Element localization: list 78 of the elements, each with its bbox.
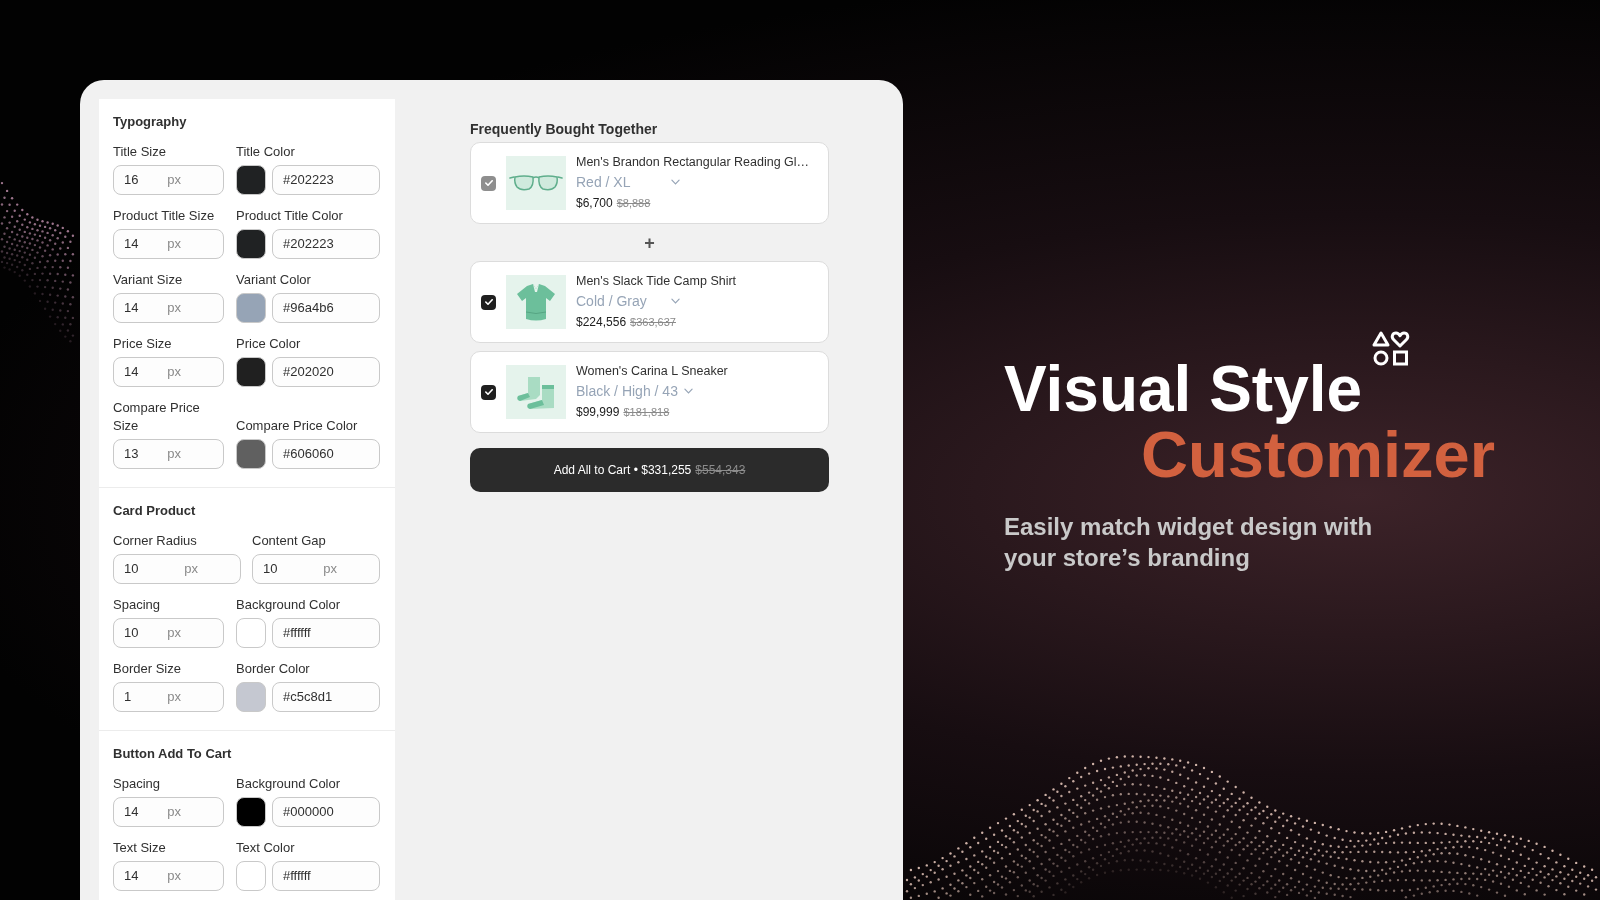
compare-price: $363,637 [630, 315, 676, 330]
color-swatch[interactable] [236, 293, 266, 323]
widget-title: Frequently Bought Together [470, 120, 659, 139]
color-swatch[interactable] [236, 165, 266, 195]
field-label: Spacing [113, 775, 161, 793]
hex-input[interactable]: #202223 [272, 229, 380, 259]
add-to-cart-button[interactable]: Add All to Cart • $331,255 $554,343 [470, 448, 829, 492]
checkbox[interactable] [481, 294, 496, 310]
product-price: $6,700 [576, 195, 613, 212]
checkbox[interactable] [481, 384, 496, 400]
size-input[interactable]: 14 px [113, 293, 224, 323]
color-swatch[interactable] [236, 357, 266, 387]
product-title: Men's Brandon Rectangular Reading Gl… [576, 154, 810, 171]
size-input[interactable]: 14 px [113, 861, 224, 891]
field-label: Compare Price Color [236, 417, 359, 435]
compare-price: $8,888 [616, 196, 651, 211]
size-input[interactable]: 14 px [113, 797, 224, 827]
compare-price: $181,818 [623, 405, 670, 420]
field-label: Title Size [113, 143, 167, 161]
section-heading: Typography [113, 113, 188, 130]
size-input[interactable]: 14 px [113, 357, 224, 387]
product-title: Men's Slack Tide Camp Shirt [576, 273, 737, 290]
size-input[interactable]: 10 px [252, 554, 380, 584]
field-label: Border Size [113, 660, 182, 678]
chevron-down-icon [683, 388, 693, 394]
hex-input[interactable]: #202020 [272, 357, 380, 387]
size-input[interactable]: 14 px [113, 229, 224, 259]
color-swatch[interactable] [236, 618, 266, 648]
hex-input[interactable]: #ffffff [272, 618, 380, 648]
hero-subtitle: Easily match widget design with your store’s branding [1004, 512, 1374, 573]
color-swatch[interactable] [236, 682, 266, 712]
field-label: Price Color [236, 335, 302, 353]
field-label: Text Size [113, 839, 167, 857]
field-label: Text Color [236, 839, 296, 857]
size-input[interactable]: 10 px [113, 554, 241, 584]
chevron-down-icon [671, 179, 680, 185]
field-label: Variant Size [113, 271, 184, 289]
field-label: Product Title Color [236, 207, 344, 225]
shapes-icon [1371, 330, 1412, 367]
hex-input[interactable]: #202223 [272, 165, 380, 195]
color-swatch[interactable] [236, 797, 266, 827]
field-label: Content Gap [252, 532, 327, 550]
glasses-icon [506, 156, 566, 210]
hex-input[interactable]: #96a4b6 [272, 293, 380, 323]
field-label: Price Size [113, 335, 173, 353]
check-icon [484, 180, 493, 186]
chevron-down-icon [671, 298, 680, 304]
shoes-icon [506, 365, 566, 419]
hex-input[interactable]: #ffffff [272, 861, 380, 891]
field-label: Spacing [113, 596, 161, 614]
product-price: $224,556 [576, 314, 627, 331]
color-swatch[interactable] [236, 861, 266, 891]
size-input[interactable]: 10 px [113, 618, 224, 648]
size-input[interactable]: 13 px [113, 439, 224, 469]
product-price: $99,999 [576, 404, 620, 421]
field-label: Title Color [236, 143, 296, 161]
section-heading: Button Add To Cart [113, 745, 233, 762]
field-label: Corner Radius [113, 532, 198, 550]
shirt-icon [506, 275, 566, 329]
section-heading: Card Product [113, 502, 197, 519]
check-icon [484, 389, 493, 395]
check-icon [484, 299, 493, 305]
size-input[interactable]: 16 px [113, 165, 224, 195]
field-label: Variant Color [236, 271, 312, 289]
hex-input[interactable]: #000000 [272, 797, 380, 827]
size-input[interactable]: 1 px [113, 682, 224, 712]
field-label: Background Color [236, 596, 342, 614]
field-label: Background Color [236, 775, 342, 793]
hero-title: Visual Style [1004, 356, 1363, 422]
plus-sign: + [644, 232, 655, 253]
field-label: Compare Price Size [113, 399, 201, 435]
color-swatch[interactable] [236, 229, 266, 259]
field-label: Product Title Size [113, 207, 216, 225]
hex-input[interactable]: #606060 [272, 439, 380, 469]
field-label: Border Color [236, 660, 311, 678]
hex-input[interactable]: #c5c8d1 [272, 682, 380, 712]
color-swatch[interactable] [236, 439, 266, 469]
product-title: Women's Carina L Sneaker [576, 363, 728, 380]
